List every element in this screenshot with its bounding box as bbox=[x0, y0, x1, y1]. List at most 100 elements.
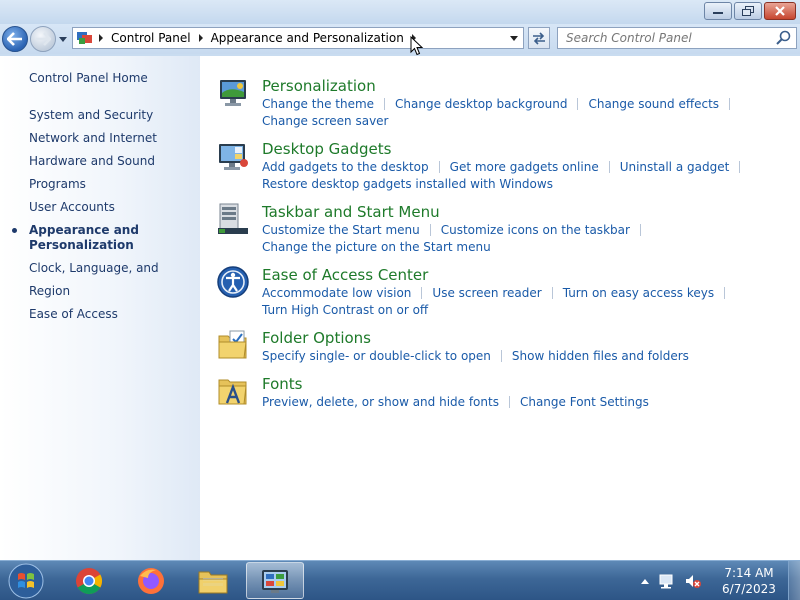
link-divider bbox=[577, 98, 579, 110]
link-add-gadgets[interactable]: Add gadgets to the desktop bbox=[262, 159, 429, 176]
category-links: Turn High Contrast on or off bbox=[262, 302, 796, 319]
minimize-icon bbox=[713, 12, 723, 14]
sidebar-item-system-security[interactable]: System and Security bbox=[29, 104, 194, 127]
close-icon bbox=[775, 6, 785, 16]
forward-button[interactable] bbox=[30, 26, 56, 52]
breadcrumb-separator[interactable] bbox=[94, 34, 108, 42]
network-icon[interactable] bbox=[658, 573, 676, 589]
volume-muted-icon[interactable] bbox=[684, 573, 702, 589]
category-title[interactable]: Fonts bbox=[262, 374, 796, 394]
category-links: Specify single- or double-click to open S… bbox=[262, 348, 796, 365]
link-easy-access-keys[interactable]: Turn on easy access keys bbox=[563, 285, 714, 302]
breadcrumb-appearance[interactable]: Appearance and Personalization bbox=[208, 31, 407, 45]
category-title[interactable]: Personalization bbox=[262, 76, 796, 96]
link-show-hidden-files[interactable]: Show hidden files and folders bbox=[512, 348, 689, 365]
link-restore-gadgets[interactable]: Restore desktop gadgets installed with W… bbox=[262, 176, 553, 193]
category-desktop-gadgets: Desktop Gadgets Add gadgets to the deskt… bbox=[216, 139, 796, 202]
category-title[interactable]: Desktop Gadgets bbox=[262, 139, 796, 159]
category-title[interactable]: Folder Options bbox=[262, 328, 796, 348]
close-button[interactable] bbox=[764, 2, 796, 20]
chevron-right-icon bbox=[99, 34, 103, 42]
category-folder-options: Folder Options Specify single- or double… bbox=[216, 328, 796, 374]
clock-time: 7:14 AM bbox=[724, 566, 774, 580]
window-titlebar[interactable] bbox=[0, 0, 800, 24]
category-list: Personalization Change the theme Change d… bbox=[216, 76, 796, 420]
link-high-contrast[interactable]: Turn High Contrast on or off bbox=[262, 302, 428, 319]
sidebar: Control Panel Home System and Security N… bbox=[0, 56, 200, 560]
personalization-icon[interactable] bbox=[216, 76, 250, 110]
sidebar-item-programs[interactable]: Programs bbox=[29, 173, 194, 196]
ease-of-access-icon[interactable] bbox=[216, 265, 250, 299]
control-panel-home-link[interactable]: Control Panel Home bbox=[29, 71, 148, 85]
link-divider bbox=[508, 396, 510, 408]
link-get-more-gadgets[interactable]: Get more gadgets online bbox=[450, 159, 599, 176]
link-divider bbox=[429, 224, 431, 236]
explorer-icon bbox=[198, 571, 228, 593]
link-customize-taskbar-icons[interactable]: Customize icons on the taskbar bbox=[441, 222, 630, 239]
link-preview-fonts[interactable]: Preview, delete, or show and hide fonts bbox=[262, 394, 499, 411]
sidebar-item-user-accounts[interactable]: User Accounts bbox=[29, 196, 194, 219]
category-title[interactable]: Taskbar and Start Menu bbox=[262, 202, 796, 222]
taskbar-explorer[interactable] bbox=[184, 562, 242, 599]
back-button[interactable] bbox=[2, 26, 28, 52]
taskbar-control-panel[interactable] bbox=[246, 562, 304, 599]
link-divider bbox=[551, 287, 553, 299]
link-divider bbox=[639, 224, 641, 236]
chevron-right-icon bbox=[198, 34, 203, 42]
category-fonts: Fonts Preview, delete, or show and hide … bbox=[216, 374, 796, 420]
link-accommodate-low-vision[interactable]: Accommodate low vision bbox=[262, 285, 411, 302]
recent-pages-dropdown[interactable] bbox=[58, 34, 68, 44]
maximize-button[interactable] bbox=[734, 2, 762, 20]
link-change-font-settings[interactable]: Change Font Settings bbox=[520, 394, 649, 411]
gadgets-icon[interactable] bbox=[216, 139, 250, 173]
restore-icon bbox=[742, 6, 754, 16]
breadcrumb-separator[interactable] bbox=[194, 34, 208, 42]
sidebar-item-appearance-personalization: Appearance and Personalization bbox=[12, 223, 194, 253]
taskbar-clock[interactable]: 7:14 AM 6/7/2023 bbox=[714, 565, 784, 597]
address-bar[interactable]: Control Panel Appearance and Personaliza… bbox=[72, 27, 524, 49]
link-divider bbox=[724, 287, 726, 299]
mouse-cursor-icon bbox=[410, 36, 424, 56]
link-single-double-click[interactable]: Specify single- or double-click to open bbox=[262, 348, 491, 365]
taskbar-firefox[interactable] bbox=[122, 562, 180, 599]
link-change-sound-effects[interactable]: Change sound effects bbox=[588, 96, 719, 113]
category-taskbar-start-menu: Taskbar and Start Menu Customize the Sta… bbox=[216, 202, 796, 265]
search-input[interactable] bbox=[558, 29, 775, 47]
category-links: Change the picture on the Start menu bbox=[262, 239, 796, 256]
sidebar-item-hardware-sound[interactable]: Hardware and Sound bbox=[29, 150, 194, 173]
navigation-bar: Control Panel Appearance and Personaliza… bbox=[0, 24, 800, 54]
category-personalization: Personalization Change the theme Change d… bbox=[216, 76, 796, 139]
refresh-button[interactable] bbox=[528, 27, 550, 49]
sidebar-item-ease-of-access[interactable]: Ease of Access bbox=[29, 303, 194, 326]
sidebar-item-network-internet[interactable]: Network and Internet bbox=[29, 127, 194, 150]
link-customize-start-menu[interactable]: Customize the Start menu bbox=[262, 222, 420, 239]
link-uninstall-gadget[interactable]: Uninstall a gadget bbox=[620, 159, 730, 176]
category-links: Change screen saver bbox=[262, 113, 796, 130]
breadcrumb-control-panel[interactable]: Control Panel bbox=[108, 31, 194, 45]
forward-arrow-icon bbox=[36, 32, 51, 46]
sidebar-item-clock-language-region[interactable]: Clock, Language, and Region bbox=[29, 257, 194, 303]
show-hidden-icons-icon[interactable] bbox=[640, 577, 650, 585]
chrome-icon bbox=[76, 567, 103, 594]
minimize-button[interactable] bbox=[704, 2, 732, 20]
control-panel-icon bbox=[262, 569, 288, 593]
show-desktop-button[interactable] bbox=[788, 561, 800, 600]
clock-date: 6/7/2023 bbox=[722, 582, 776, 596]
link-divider bbox=[384, 98, 386, 110]
taskbar-chrome[interactable] bbox=[60, 562, 118, 599]
folder-options-icon[interactable] bbox=[216, 328, 250, 362]
search-icon[interactable] bbox=[775, 29, 793, 47]
link-change-desktop-background[interactable]: Change desktop background bbox=[395, 96, 567, 113]
link-change-screen-saver[interactable]: Change screen saver bbox=[262, 113, 389, 130]
category-ease-of-access-center: Ease of Access Center Accommodate low vi… bbox=[216, 265, 796, 328]
start-button[interactable] bbox=[4, 562, 48, 600]
link-change-theme[interactable]: Change the theme bbox=[262, 96, 374, 113]
category-title[interactable]: Ease of Access Center bbox=[262, 265, 796, 285]
address-dropdown[interactable] bbox=[509, 33, 519, 43]
link-divider bbox=[421, 287, 423, 299]
link-change-start-picture[interactable]: Change the picture on the Start menu bbox=[262, 239, 491, 256]
taskbar-icon[interactable] bbox=[216, 202, 250, 236]
back-arrow-icon bbox=[7, 32, 22, 46]
fonts-icon[interactable] bbox=[216, 374, 250, 408]
link-use-screen-reader[interactable]: Use screen reader bbox=[432, 285, 541, 302]
